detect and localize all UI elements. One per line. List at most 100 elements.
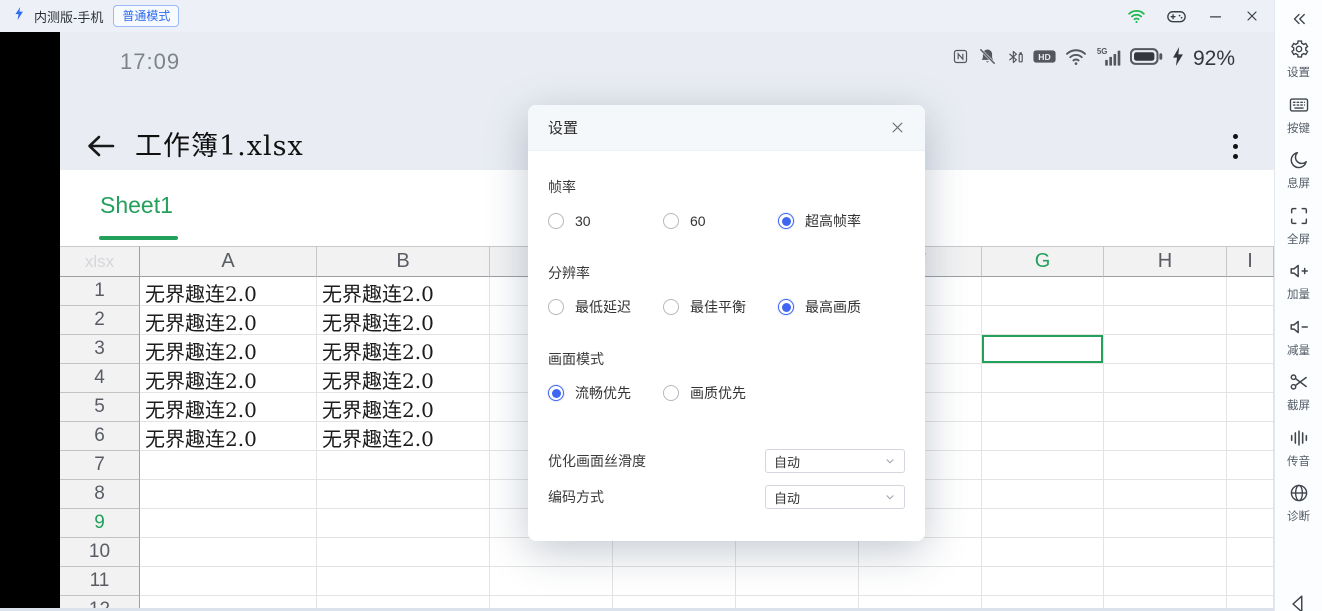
cell-b7[interactable]: [317, 451, 490, 480]
cell-i3[interactable]: [1227, 335, 1274, 364]
radio-option-highest-quality[interactable]: 最高画质: [778, 297, 861, 317]
cell-h11[interactable]: [1104, 567, 1227, 596]
cell-h9[interactable]: [1104, 509, 1227, 538]
cell-e10[interactable]: [736, 538, 859, 567]
cell-b3[interactable]: 无界趣连2.0: [317, 335, 490, 364]
cell-i1[interactable]: [1227, 277, 1274, 306]
cell-b11[interactable]: [317, 567, 490, 596]
smoothness-dropdown[interactable]: 自动: [765, 449, 905, 473]
row-header-10[interactable]: 10: [60, 538, 140, 567]
cell-b6[interactable]: 无界趣连2.0: [317, 422, 490, 451]
dialog-close-icon[interactable]: [886, 116, 909, 139]
cell-g10[interactable]: [982, 538, 1104, 567]
cell-a9[interactable]: [140, 509, 317, 538]
sidebar-item-volume-down[interactable]: 减量: [1287, 316, 1310, 358]
radio-option-60[interactable]: 60: [663, 213, 778, 229]
collapse-sidebar-button[interactable]: [1289, 8, 1309, 30]
mode-badge[interactable]: 普通模式: [113, 5, 179, 27]
connection-wifi-icon[interactable]: [1127, 8, 1146, 25]
radio-option-best-balance[interactable]: 最佳平衡: [663, 297, 778, 317]
cell-b10[interactable]: [317, 538, 490, 567]
cell-h5[interactable]: [1104, 393, 1227, 422]
sidebar-item-volume-up[interactable]: 加量: [1287, 260, 1310, 302]
cell-i10[interactable]: [1227, 538, 1274, 567]
sheet-tab[interactable]: Sheet1: [100, 192, 173, 219]
cell-a1[interactable]: 无界趣连2.0: [140, 277, 317, 306]
cell-a10[interactable]: [140, 538, 317, 567]
sidebar-item-fullscreen[interactable]: 全屏: [1287, 205, 1310, 247]
cell-h1[interactable]: [1104, 277, 1227, 306]
radio-option-quality-priority[interactable]: 画质优先: [663, 383, 746, 403]
row-header-5[interactable]: 5: [60, 393, 140, 422]
cell-a3[interactable]: 无界趣连2.0: [140, 335, 317, 364]
cell-a4[interactable]: 无界趣连2.0: [140, 364, 317, 393]
row-header-1[interactable]: 1: [60, 277, 140, 306]
cell-h7[interactable]: [1104, 451, 1227, 480]
cell-g7[interactable]: [982, 451, 1104, 480]
encoding-dropdown[interactable]: 自动: [765, 485, 905, 509]
cell-e11[interactable]: [736, 567, 859, 596]
cell-i6[interactable]: [1227, 422, 1274, 451]
cell-h3[interactable]: [1104, 335, 1227, 364]
minimize-button[interactable]: [1207, 8, 1224, 25]
radio-option-smooth-priority[interactable]: 流畅优先: [548, 383, 663, 403]
cell-h8[interactable]: [1104, 480, 1227, 509]
radio-option-ultra-framerate[interactable]: 超高帧率: [778, 211, 861, 231]
cell-f11[interactable]: [859, 567, 982, 596]
column-header-b[interactable]: B: [317, 246, 490, 277]
cell-d10[interactable]: [613, 538, 736, 567]
cell-g1[interactable]: [982, 277, 1104, 306]
cell-b9[interactable]: [317, 509, 490, 538]
close-button[interactable]: [1244, 8, 1260, 24]
cell-b5[interactable]: 无界趣连2.0: [317, 393, 490, 422]
radio-option-lowest-latency[interactable]: 最低延迟: [548, 297, 663, 317]
overflow-menu-button[interactable]: [1227, 128, 1244, 165]
cell-i5[interactable]: [1227, 393, 1274, 422]
row-header-6[interactable]: 6: [60, 422, 140, 451]
column-header-a[interactable]: A: [140, 246, 317, 277]
cell-d11[interactable]: [613, 567, 736, 596]
cell-c11[interactable]: [490, 567, 613, 596]
cell-g2[interactable]: [982, 306, 1104, 335]
cell-b2[interactable]: 无界趣连2.0: [317, 306, 490, 335]
column-header-h[interactable]: H: [1104, 246, 1227, 277]
cell-i11[interactable]: [1227, 567, 1274, 596]
cell-a11[interactable]: [140, 567, 317, 596]
cell-h10[interactable]: [1104, 538, 1227, 567]
column-header-g[interactable]: G: [982, 246, 1104, 277]
cell-i2[interactable]: [1227, 306, 1274, 335]
sidebar-item-screen-off[interactable]: 息屏: [1287, 149, 1310, 191]
sidebar-item-screenshot[interactable]: 截屏: [1287, 371, 1310, 413]
grid-corner-cell[interactable]: xlsx: [60, 246, 140, 277]
cell-g4[interactable]: [982, 364, 1104, 393]
cell-i4[interactable]: [1227, 364, 1274, 393]
cell-g3[interactable]: [982, 335, 1104, 364]
cell-g5[interactable]: [982, 393, 1104, 422]
cell-i9[interactable]: [1227, 509, 1274, 538]
row-header-2[interactable]: 2: [60, 306, 140, 335]
cell-a8[interactable]: [140, 480, 317, 509]
column-header-i[interactable]: I: [1227, 246, 1274, 277]
cell-h6[interactable]: [1104, 422, 1227, 451]
row-header-7[interactable]: 7: [60, 451, 140, 480]
cell-h4[interactable]: [1104, 364, 1227, 393]
cell-i7[interactable]: [1227, 451, 1274, 480]
cell-g6[interactable]: [982, 422, 1104, 451]
cell-b1[interactable]: 无界趣连2.0: [317, 277, 490, 306]
sidebar-item-diagnostics[interactable]: 诊断: [1287, 482, 1310, 524]
row-header-8[interactable]: 8: [60, 480, 140, 509]
sidebar-item-audio[interactable]: 传音: [1287, 427, 1310, 469]
cell-b8[interactable]: [317, 480, 490, 509]
sidebar-item-settings[interactable]: 设置: [1287, 38, 1310, 80]
row-header-9[interactable]: 9: [60, 509, 140, 538]
sidebar-item-keys[interactable]: 按键: [1287, 94, 1310, 136]
row-header-4[interactable]: 4: [60, 364, 140, 393]
back-arrow-button[interactable]: [85, 132, 117, 165]
row-header-11[interactable]: 11: [60, 567, 140, 596]
cell-a2[interactable]: 无界趣连2.0: [140, 306, 317, 335]
cell-a7[interactable]: [140, 451, 317, 480]
cell-f10[interactable]: [859, 538, 982, 567]
radio-option-30[interactable]: 30: [548, 213, 663, 229]
gamepad-icon[interactable]: [1166, 7, 1187, 26]
cell-c10[interactable]: [490, 538, 613, 567]
